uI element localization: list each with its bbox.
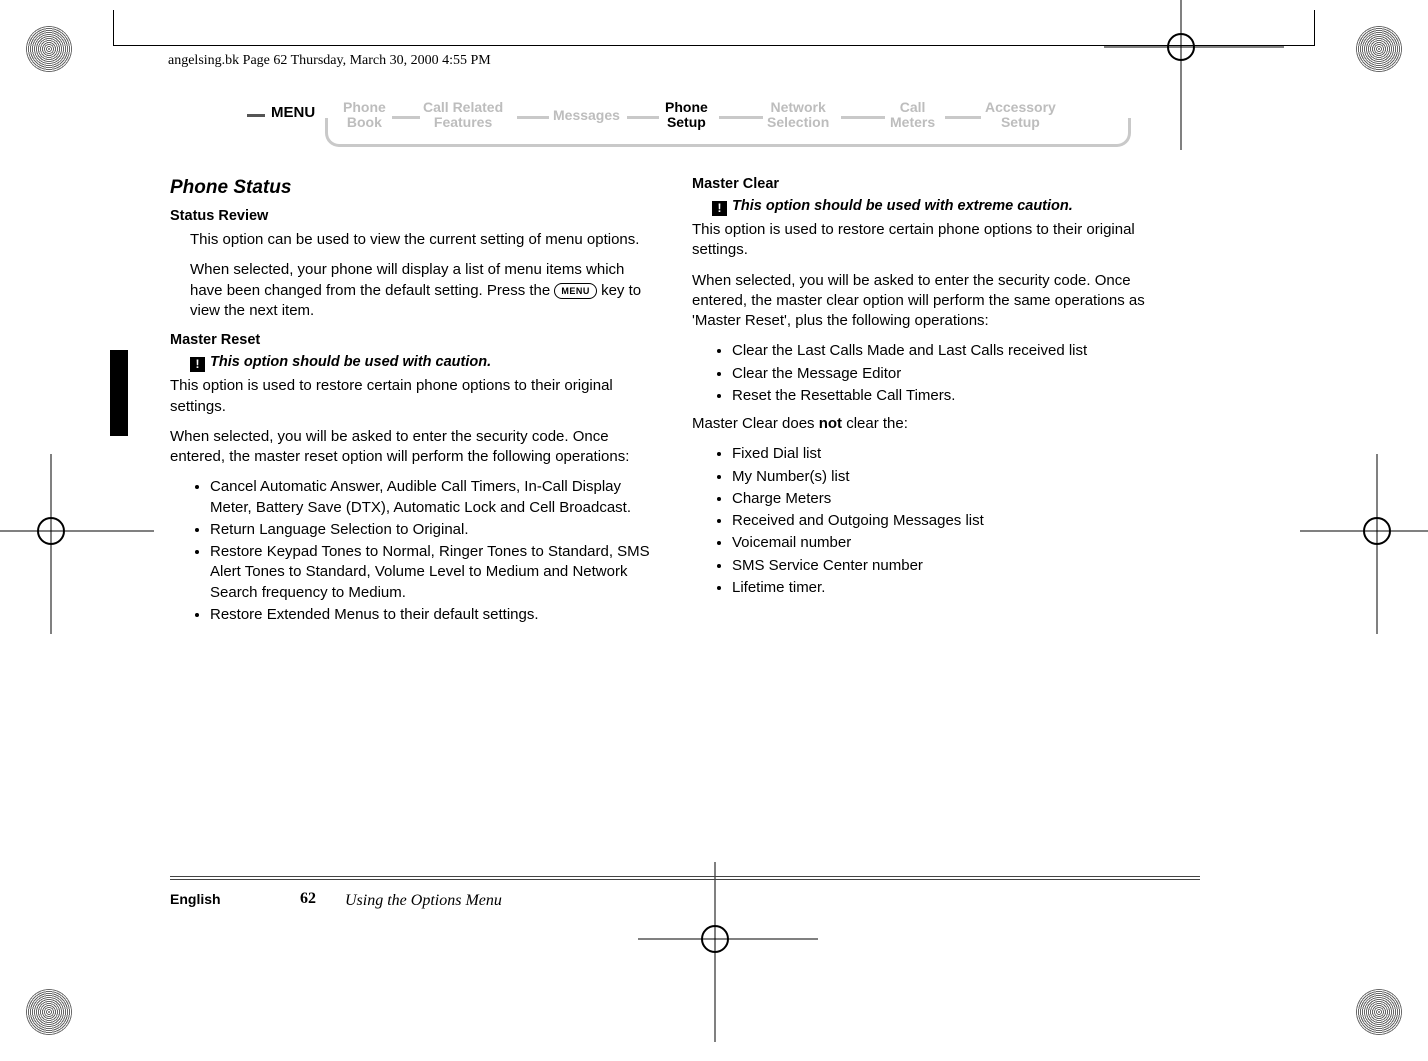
nav-call-meters: Call Meters [890,100,935,131]
crop-mark [113,30,1315,46]
menu-breadcrumb: MENU Phone Book Call Related Features Me… [265,96,1135,151]
menu-root-label: MENU [271,104,315,121]
subheading-master-reset: Master Reset [170,331,660,351]
nav-accessory-setup: Accessory Setup [985,100,1056,131]
registration-disc [1356,26,1402,72]
nav-phone-book: Phone Book [343,100,386,131]
edge-tab-marker [110,350,128,436]
nav-connector [517,116,549,129]
exclamation-icon: ! [190,357,205,372]
registration-cross [690,914,740,964]
list-item: Voicemail number [732,533,1182,553]
registration-disc [26,26,72,72]
caution-note: ! This option should be used with caution… [190,353,660,373]
registration-disc [1356,989,1402,1035]
text-emphasis: not [819,415,842,432]
text: Master Clear does [692,415,819,432]
nav-call-related-features: Call Related Features [423,100,503,131]
nav-phone-setup: Phone Setup [665,100,708,131]
bullet-list: Fixed Dial list My Number(s) list Charge… [714,444,1182,598]
list-item: Lifetime timer. [732,578,1182,598]
subheading-status-review: Status Review [170,207,660,227]
nav-network-selection: Network Selection [767,100,829,131]
paragraph: Master Clear does not clear the: [692,414,1182,434]
list-item: Return Language Selection to Original. [210,520,660,540]
paragraph: When selected, your phone will display a… [190,260,660,321]
registration-disc [26,989,72,1035]
bullet-list: Cancel Automatic Answer, Audible Call Ti… [192,477,660,625]
left-column: Phone Status Status Review This option c… [170,175,660,633]
list-item: Cancel Automatic Answer, Audible Call Ti… [210,477,660,518]
paragraph: When selected, you will be asked to ente… [170,427,660,468]
paragraph: This option is used to restore certain p… [692,220,1182,261]
footer-section-title: Using the Options Menu [345,892,502,910]
section-heading-phone-status: Phone Status [170,175,660,201]
document-page: angelsing.bk Page 62 Thursday, March 30,… [0,0,1428,1061]
list-item: Restore Extended Menus to their default … [210,605,660,625]
nav-connector [392,116,420,129]
header-line: angelsing.bk Page 62 Thursday, March 30,… [168,53,491,69]
list-item: Reset the Resettable Call Timers. [732,386,1182,406]
paragraph: When selected, you will be asked to ente… [692,271,1182,332]
bullet-list: Clear the Last Calls Made and Last Calls… [714,341,1182,406]
nav-connector [627,116,659,129]
list-item: Clear the Message Editor [732,364,1182,384]
text: clear the: [842,415,908,432]
nav-messages: Messages [553,108,620,123]
subheading-master-clear: Master Clear [692,175,1182,195]
footer-page-number: 62 [300,890,316,908]
caution-text: This option should be used with extreme … [732,198,1073,214]
right-column: Master Clear ! This option should be used… [692,175,1182,606]
paragraph: This option can be used to view the curr… [190,230,660,250]
footer-language: English [170,891,221,907]
footer-rule [170,879,1200,880]
caution-note: ! This option should be used with extreme… [712,197,1182,217]
nav-connector [945,116,981,129]
nav-connector [841,116,885,129]
registration-cross [26,506,76,556]
menu-lead-mark [247,114,265,117]
paragraph: This option is used to restore certain p… [170,376,660,417]
nav-connector [719,116,763,129]
list-item: Received and Outgoing Messages list [732,511,1182,531]
list-item: Clear the Last Calls Made and Last Calls… [732,341,1182,361]
registration-cross [1352,506,1402,556]
caution-text: This option should be used with caution. [210,354,491,370]
list-item: My Number(s) list [732,467,1182,487]
list-item: Restore Keypad Tones to Normal, Ringer T… [210,542,660,603]
exclamation-icon: ! [712,201,727,216]
footer-rule [170,876,1200,877]
list-item: Fixed Dial list [732,444,1182,464]
list-item: Charge Meters [732,489,1182,509]
list-item: SMS Service Center number [732,556,1182,576]
menu-key-icon: MENU [554,283,597,299]
